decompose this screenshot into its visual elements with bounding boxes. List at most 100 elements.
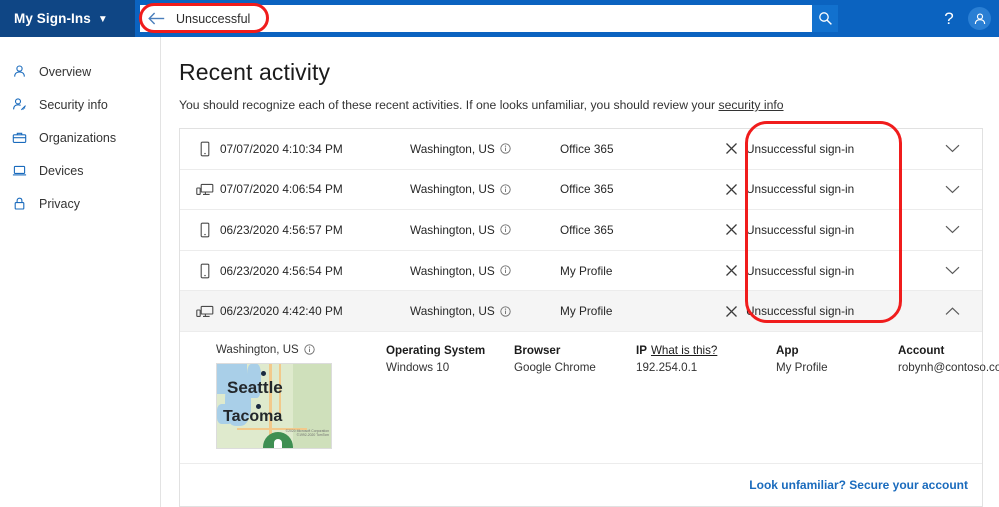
x-icon [726,143,737,155]
detail-os-label: Operating System [386,343,486,357]
activity-location-label: Washington, US [410,304,495,319]
info-icon[interactable] [500,306,511,317]
search-bar [140,5,838,32]
detail-app: App My Profile [776,344,898,449]
detail-ip-label: IP What is this? [636,344,776,357]
activity-location: Washington, US [410,182,560,196]
what-is-this-link[interactable]: What is this? [651,344,717,357]
person-icon [974,13,985,24]
status-label: Unsuccessful sign-in [746,182,855,197]
chevron-down-icon[interactable] [925,144,980,153]
status-badge: Unsuccessful sign-in [725,304,925,318]
secure-account-link[interactable]: Look unfamiliar? Secure your account [749,478,968,492]
status-label: Unsuccessful sign-in [746,141,855,156]
location-map[interactable]: Seattle Tacoma ©2020 Microsoft Corporati… [216,362,332,449]
detail-location-block: Washington, US Seattle Tacoma ©2020 Micr… [216,344,386,449]
activity-app: My Profile [560,304,613,319]
detail-account-value: robynh@contoso.com [898,360,999,374]
activity-date: 07/07/2020 4:10:34 PM [220,141,343,156]
activity-date: 07/07/2020 4:06:54 PM [220,182,343,197]
activity-location: Washington, US [410,264,560,278]
security-info-link[interactable]: security info [719,98,784,112]
activity-app: Office 365 [560,182,614,197]
phone-icon [190,222,220,238]
detail-app-value: My Profile [776,360,828,374]
status-badge: Unsuccessful sign-in [725,182,925,196]
card-footer: Look unfamiliar? Secure your account [180,463,982,506]
detail-browser-label: Browser [514,343,561,357]
page-subtitle-text: You should recognize each of these recen… [179,98,719,112]
page-subtitle: You should recognize each of these recen… [179,98,977,112]
table-row[interactable]: 06/23/2020 4:56:54 PM Washington, US My … [180,250,982,292]
sidebar: Overview Security info Organizations Dev… [0,37,161,507]
activity-app: My Profile [560,263,613,278]
status-label: Unsuccessful sign-in [746,263,855,278]
detail-browser-value: Google Chrome [514,360,596,374]
map-attribution-line2: ©1992-2020 TomTom [296,433,329,438]
info-icon[interactable] [500,224,511,236]
status-label: Unsuccessful sign-in [746,222,855,237]
search-input[interactable] [172,6,838,31]
search-button[interactable] [812,5,838,32]
detail-browser: Browser Google Chrome [514,344,636,449]
table-row[interactable]: 07/07/2020 4:10:34 PM Washington, US Off… [180,129,982,170]
sidebar-item-overview[interactable]: Overview [0,55,160,88]
map-label-secondary: Tacoma [223,407,283,425]
detail-location-label: Washington, US [216,343,299,356]
detail-operating-system: Operating System Windows 10 [386,344,514,449]
sidebar-item-organizations[interactable]: Organizations [0,121,160,154]
info-icon[interactable] [304,344,315,356]
status-badge: Unsuccessful sign-in [725,142,925,156]
laptop-icon [12,162,32,180]
table-row[interactable]: 07/07/2020 4:06:54 PM Washington, US Off… [180,169,982,211]
status-badge: Unsuccessful sign-in [725,264,925,278]
phone-icon [190,141,220,157]
activity-detail-panel: Washington, US Seattle Tacoma ©2020 Micr… [180,331,999,464]
info-icon[interactable] [500,265,511,276]
detail-location: Washington, US [216,344,386,356]
x-icon [726,224,737,236]
x-icon [726,265,737,277]
briefcase-icon [12,129,32,147]
status-badge: Unsuccessful sign-in [725,223,925,237]
map-label-primary: Seattle [227,377,283,397]
activity-date: 06/23/2020 4:56:57 PM [220,222,343,237]
info-icon[interactable] [500,184,511,195]
chevron-down-icon[interactable] [925,266,980,275]
top-header-bar: My Sign-Ins ▼ ? [0,0,999,37]
sidebar-item-label: Organizations [39,130,117,145]
desktop-icon [190,304,220,319]
brand-menu[interactable]: My Sign-Ins ▼ [0,0,135,37]
activity-location: Washington, US [410,304,560,318]
detail-ip: IP What is this? 192.254.0.1 [636,344,776,449]
chevron-down-icon[interactable] [925,225,980,234]
detail-ip-value: 192.254.0.1 [636,360,698,374]
recent-activity-card: 07/07/2020 4:10:34 PM Washington, US Off… [179,128,999,507]
activity-location-label: Washington, US [410,141,495,156]
detail-account-label: Account [898,343,945,357]
main-content: Recent activity You should recognize eac… [161,37,999,507]
activity-date: 06/23/2020 4:42:40 PM [220,304,343,319]
sidebar-item-label: Devices [39,163,84,178]
back-arrow-icon[interactable] [140,5,172,32]
detail-app-label: App [776,343,799,357]
table-row[interactable]: 06/23/2020 4:42:40 PM Washington, US My … [180,291,982,332]
desktop-icon [190,182,220,197]
sidebar-item-devices[interactable]: Devices [0,154,160,187]
detail-ip-label-text: IP [636,343,647,357]
chevron-down-icon[interactable] [925,185,980,194]
status-label: Unsuccessful sign-in [746,304,855,319]
activity-location-label: Washington, US [410,182,495,197]
chevron-up-icon[interactable] [925,307,980,316]
help-icon[interactable]: ? [938,8,960,30]
sidebar-item-security-info[interactable]: Security info [0,88,160,121]
x-icon [726,305,737,317]
avatar[interactable] [968,7,991,30]
table-row[interactable]: 06/23/2020 4:56:57 PM Washington, US Off… [180,210,982,251]
person-key-icon [12,96,32,114]
sidebar-item-label: Privacy [39,196,80,211]
activity-location: Washington, US [410,142,560,156]
activity-location-label: Washington, US [410,263,495,278]
sidebar-item-privacy[interactable]: Privacy [0,187,160,220]
info-icon[interactable] [500,143,511,154]
